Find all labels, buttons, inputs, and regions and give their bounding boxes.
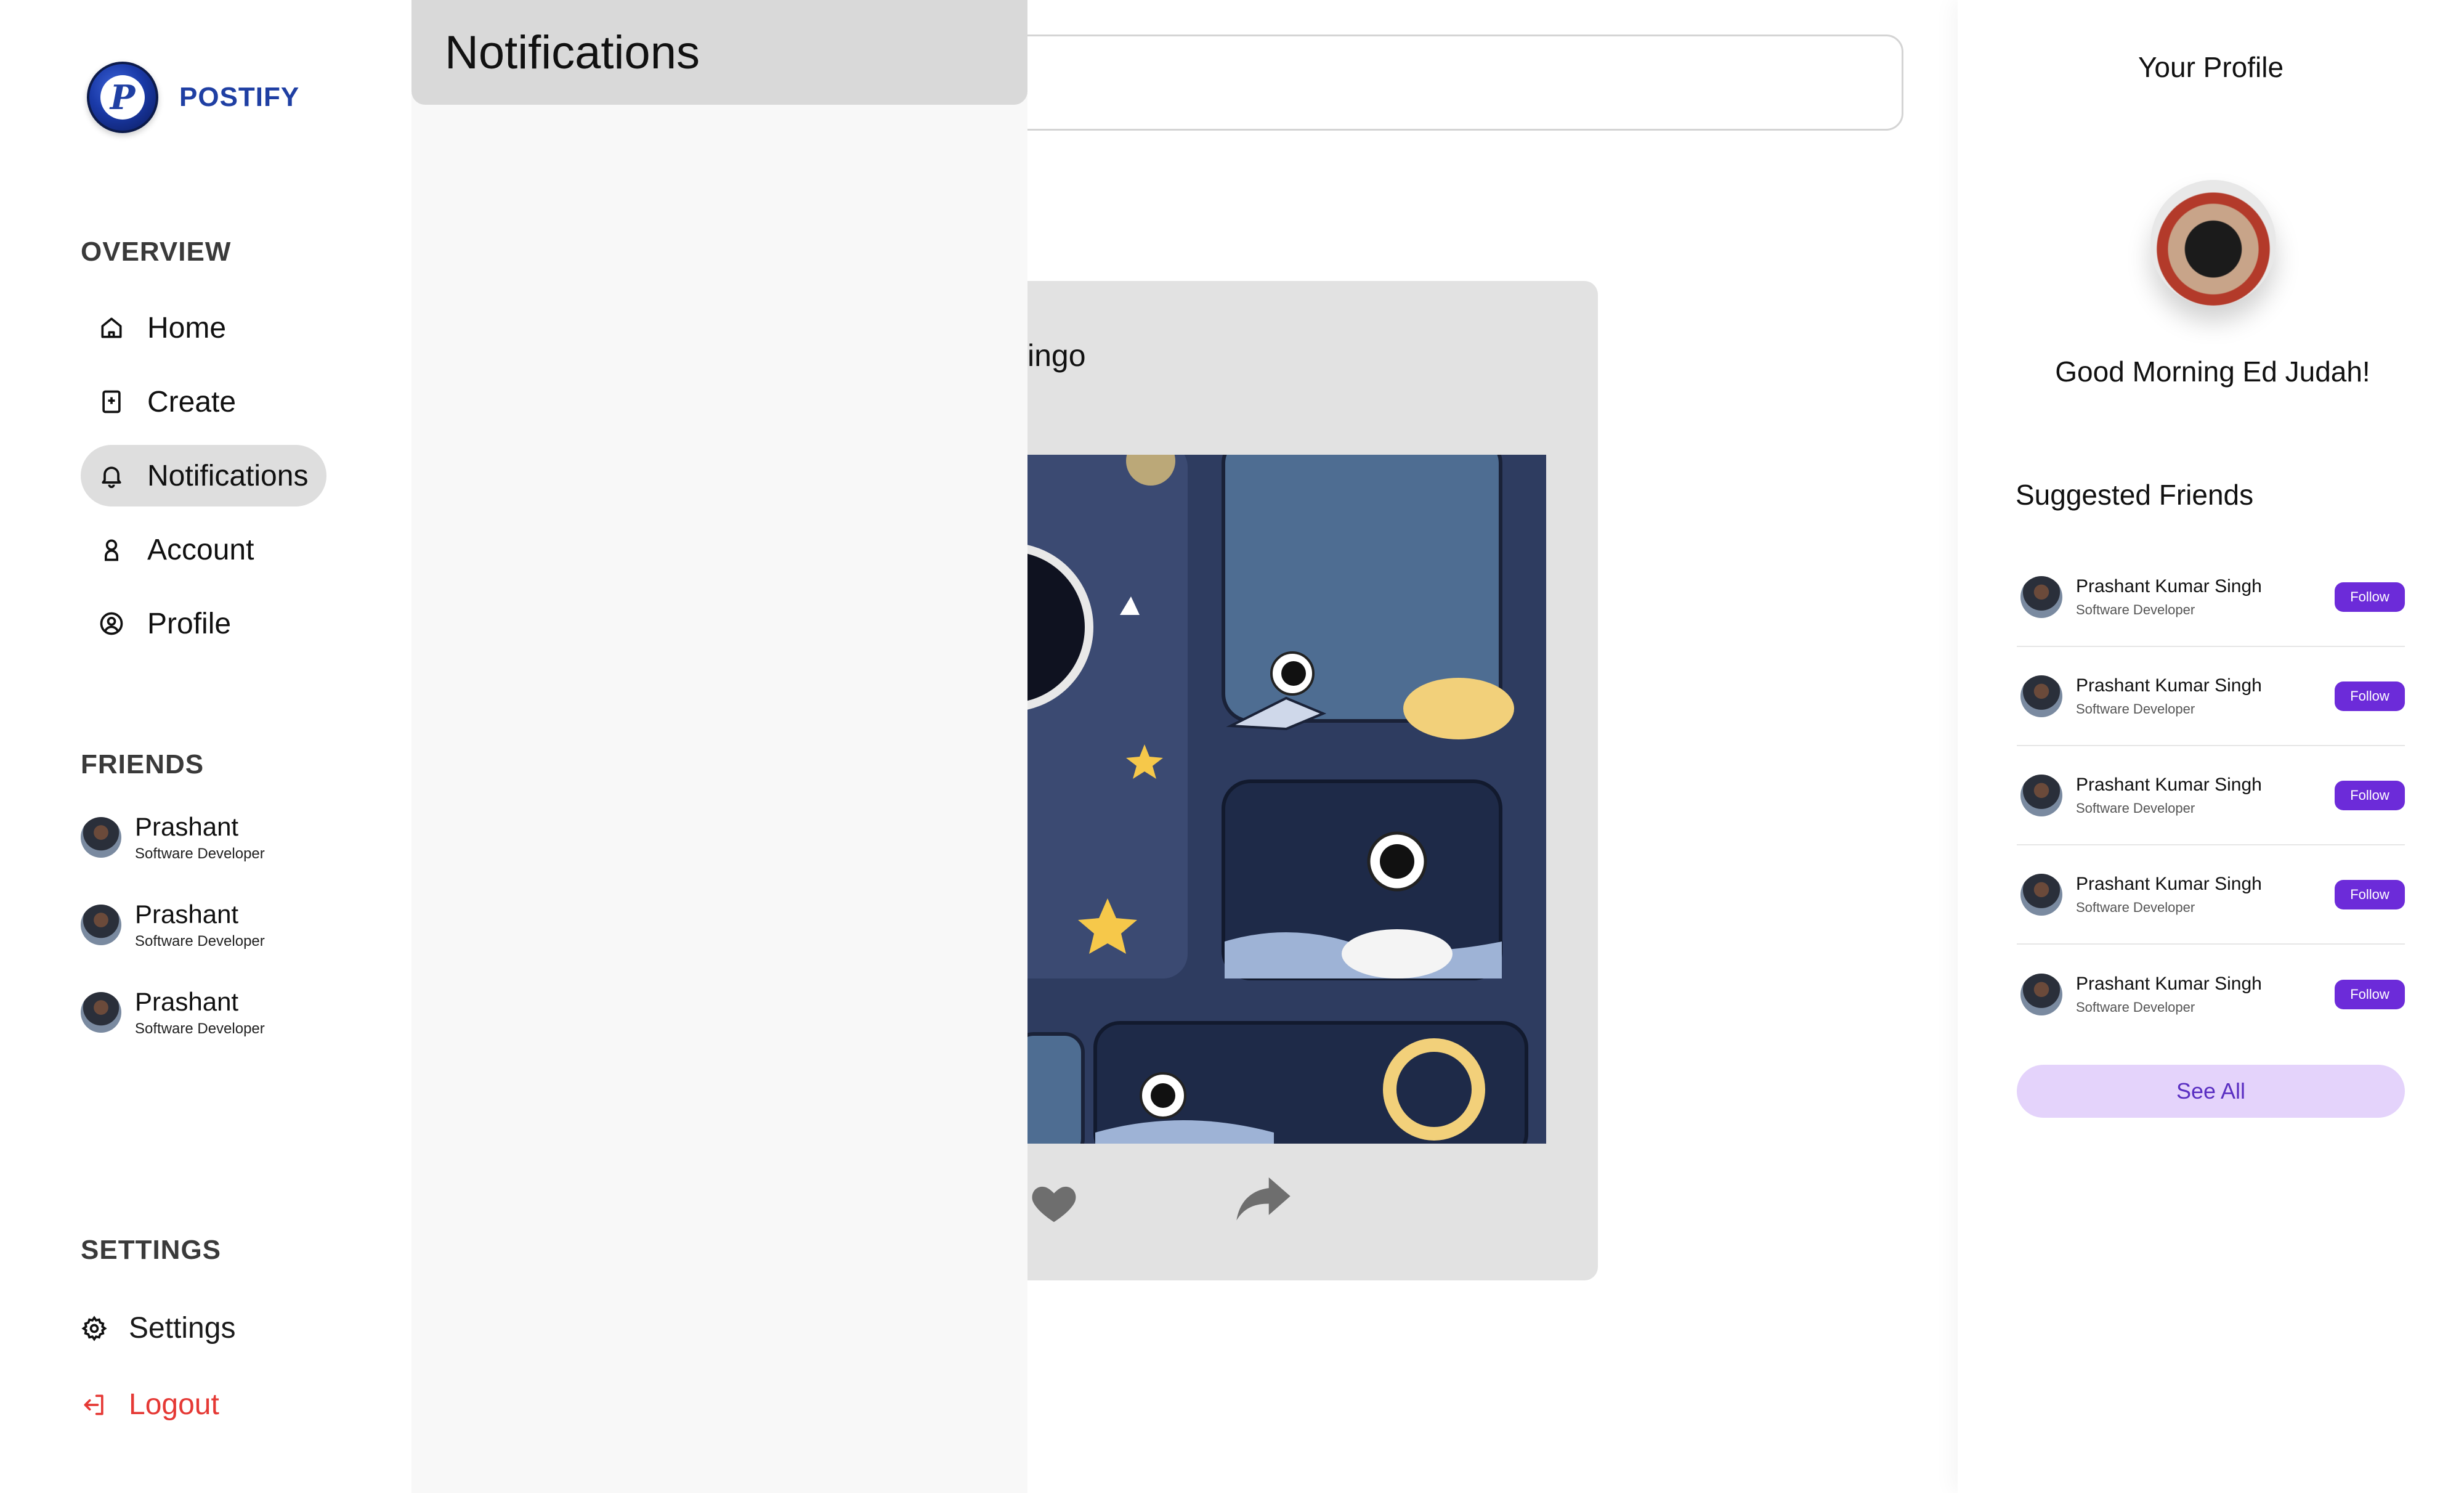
sidebar-item-label: Profile [147, 607, 232, 640]
suggestion-name: Prashant Kumar Singh [2076, 874, 2262, 894]
avatar[interactable] [2020, 874, 2062, 916]
notifications-header: Notifications [411, 0, 1027, 105]
friend-name: Prashant [135, 812, 239, 841]
suggestion-item: Prashant Kumar Singh Software Developer … [2017, 548, 2405, 647]
suggestion-name: Prashant Kumar Singh [2076, 775, 2262, 795]
share-icon[interactable] [1231, 1172, 1296, 1231]
suggestion-item: Prashant Kumar Singh Software Developer … [2017, 945, 2405, 1044]
settings-label: Settings [129, 1312, 236, 1345]
logout-label: Logout [129, 1388, 219, 1421]
sidebar-item-profile[interactable]: Profile [81, 593, 249, 654]
friend-item[interactable]: Prashant Software Developer [81, 812, 265, 863]
avatar[interactable] [2020, 675, 2062, 717]
friend-role: Software Developer [135, 1020, 265, 1037]
sidebar-item-create[interactable]: Create [81, 371, 254, 433]
follow-button[interactable]: Follow [2335, 980, 2405, 1009]
settings-section-title: SETTINGS [81, 1235, 222, 1265]
see-all-button[interactable]: See All [2017, 1065, 2405, 1118]
your-profile-title: Your Profile [2138, 51, 2284, 83]
suggestion-role: Software Developer [2076, 999, 2195, 1015]
notifications-panel: Notifications [411, 0, 1027, 1493]
logout-icon [81, 1391, 108, 1418]
friend-name: Prashant [135, 900, 239, 929]
brand-name: POSTIFY [179, 82, 300, 112]
home-icon [98, 314, 125, 341]
post-image[interactable] [1027, 455, 1546, 1144]
heart-icon[interactable] [1027, 1176, 1080, 1229]
settings-link[interactable]: Settings [81, 1311, 235, 1345]
post-actions [1027, 1171, 1335, 1245]
avatar [81, 992, 121, 1033]
friends-section-title: FRIENDS [81, 749, 205, 779]
avatar [81, 817, 121, 858]
right-panel: Your Profile Good Morning Ed Judah! Sugg… [1958, 0, 2464, 1493]
search-input[interactable] [961, 35, 1903, 131]
suggestion-item: Prashant Kumar Singh Software Developer … [2017, 747, 2405, 845]
suggestion-role: Software Developer [2076, 602, 2195, 617]
follow-button[interactable]: Follow [2335, 781, 2405, 810]
friend-item[interactable]: Prashant Software Developer [81, 900, 265, 950]
brand[interactable]: P POSTIFY [87, 62, 299, 133]
notifications-title: Notifications [445, 26, 700, 79]
suggested-friends-title: Suggested Friends [2016, 479, 2254, 511]
sidebar-item-label: Home [147, 311, 227, 344]
suggestion-item: Prashant Kumar Singh Software Developer … [2017, 846, 2405, 945]
logout-link[interactable]: Logout [81, 1388, 219, 1422]
sidebar-item-label: Notifications [147, 459, 309, 492]
sidebar-item-label: Account [147, 533, 254, 566]
suggestion-role: Software Developer [2076, 701, 2195, 717]
overview-section-title: OVERVIEW [81, 237, 232, 267]
greeting-text: Good Morning Ed Judah! [2055, 356, 2370, 388]
suggestion-name: Prashant Kumar Singh [2076, 974, 2262, 994]
friend-role: Software Developer [135, 845, 265, 862]
suggestion-role: Software Developer [2076, 900, 2195, 915]
sidebar-item-label: Create [147, 385, 237, 418]
left-sidebar: P POSTIFY OVERVIEW Home Create Notificat… [0, 0, 411, 1493]
follow-button[interactable]: Follow [2335, 681, 2405, 711]
sidebar-item-account[interactable]: Account [81, 519, 272, 580]
logo-letter: P [100, 75, 145, 120]
profile-avatar[interactable] [2150, 180, 2276, 306]
follow-button[interactable]: Follow [2335, 880, 2405, 909]
avatar[interactable] [2020, 775, 2062, 816]
friend-role: Software Developer [135, 933, 265, 950]
follow-button[interactable]: Follow [2335, 582, 2405, 612]
user-icon [98, 536, 125, 563]
create-icon [98, 388, 125, 415]
suggestion-item: Prashant Kumar Singh Software Developer … [2017, 648, 2405, 746]
avatar [81, 905, 121, 945]
friend-item[interactable]: Prashant Software Developer [81, 987, 265, 1038]
profile-circle-icon [98, 610, 125, 637]
suggestion-name: Prashant Kumar Singh [2076, 675, 2262, 696]
bell-icon [98, 462, 125, 489]
sidebar-item-home[interactable]: Home [81, 297, 245, 359]
postify-logo-icon: P [87, 62, 158, 133]
suggestion-role: Software Developer [2076, 800, 2195, 816]
sidebar-item-notifications[interactable]: Notifications [81, 445, 327, 506]
avatar[interactable] [2020, 576, 2062, 618]
friend-name: Prashant [135, 987, 239, 1016]
avatar[interactable] [2020, 974, 2062, 1015]
gear-icon [81, 1315, 108, 1342]
post-author-name[interactable]: ingo [1027, 338, 1086, 373]
suggestion-name: Prashant Kumar Singh [2076, 576, 2262, 596]
